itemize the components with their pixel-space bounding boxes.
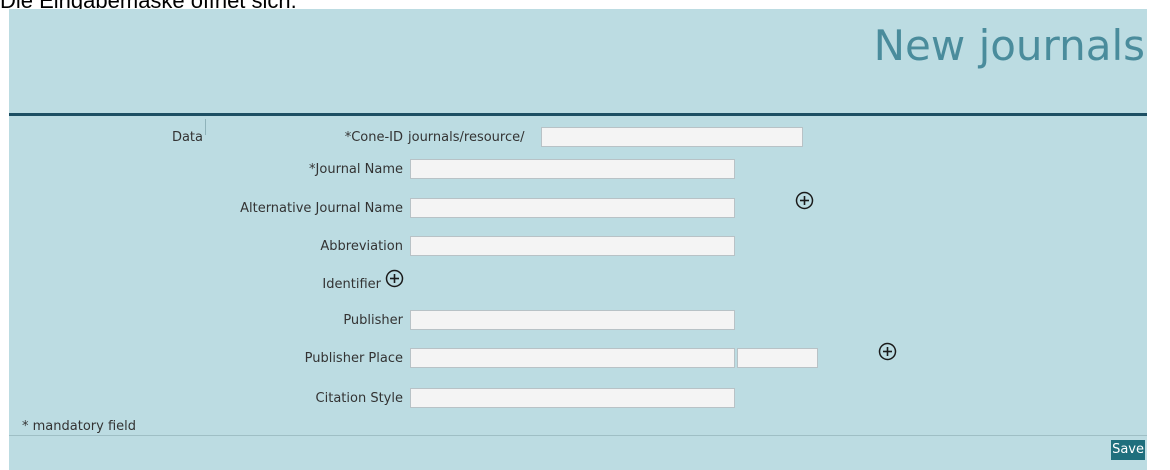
mandatory-field-note: * mandatory field: [22, 419, 136, 434]
citation-style-label: Citation Style: [315, 391, 403, 406]
cone-id-input[interactable]: [541, 127, 803, 147]
journal-name-label: *Journal Name: [309, 162, 403, 177]
publisher-place-secondary-input[interactable]: [737, 348, 818, 368]
cone-id-label: *Cone-ID: [344, 130, 403, 145]
citation-style-input[interactable]: [410, 388, 735, 408]
title-divider: [9, 113, 1147, 116]
footer-divider: [9, 435, 1147, 436]
alternative-journal-name-input[interactable]: [410, 198, 735, 218]
abbreviation-label: Abbreviation: [320, 239, 403, 254]
alternative-journal-name-label: Alternative Journal Name: [240, 201, 403, 216]
plus-circle-icon[interactable]: [795, 191, 814, 210]
publisher-place-label: Publisher Place: [304, 351, 403, 366]
page-title: New journals: [873, 21, 1145, 70]
abbreviation-input[interactable]: [410, 236, 735, 256]
section-label-data: Data: [171, 130, 203, 145]
publisher-place-input[interactable]: [410, 348, 735, 368]
journal-name-input[interactable]: [410, 159, 735, 179]
form-panel: New journals Data *Cone-ID journals/reso…: [9, 9, 1147, 470]
publisher-input[interactable]: [410, 310, 735, 330]
plus-circle-icon[interactable]: [878, 342, 897, 361]
identifier-label: Identifier: [322, 277, 381, 292]
plus-circle-icon[interactable]: [385, 269, 404, 288]
save-button[interactable]: Save: [1111, 440, 1145, 460]
section-divider: [205, 119, 206, 135]
publisher-label: Publisher: [343, 313, 403, 328]
cone-id-prefix: journals/resource/: [408, 130, 525, 145]
